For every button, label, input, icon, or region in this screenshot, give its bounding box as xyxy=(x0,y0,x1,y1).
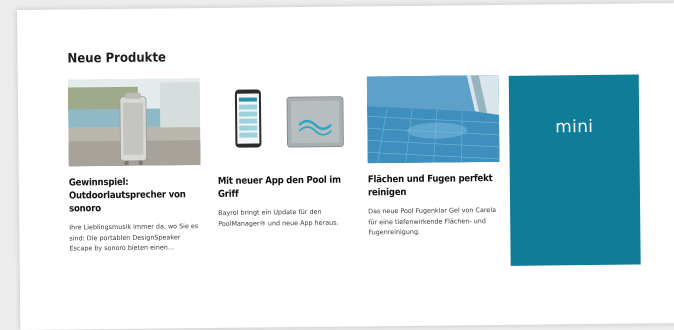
outdoor-speaker-poolside-image[interactable] xyxy=(67,78,201,167)
mini-ad-banner[interactable]: mini xyxy=(508,74,641,266)
card-teaser: Das neue Pool Fugenklar Gel von Carela f… xyxy=(368,205,497,237)
card-teaser: Bayrol bringt ein Update für den PoolMan… xyxy=(218,207,339,228)
card-headline[interactable]: Gewinnspiel: Outdoorlautsprecher von son… xyxy=(69,175,201,215)
smartphone-pool-controller-image[interactable] xyxy=(216,76,350,165)
card-headline[interactable]: Flächen und Fugen perfekt reinigen xyxy=(368,172,500,199)
news-card-speaker[interactable]: Gewinnspiel: Outdoorlautsprecher von son… xyxy=(67,78,202,254)
ad-label: mini xyxy=(555,116,594,138)
card-headline[interactable]: Mit neuer App den Pool im Griff xyxy=(218,174,350,201)
section-title: Neue Produkte xyxy=(67,50,167,67)
tiled-pool-image[interactable] xyxy=(366,74,500,164)
content-panel: Neue Produkte Gewinnspiel: Outdoorlautsp… xyxy=(17,3,674,330)
card-teaser: Ihre Lieblingsmusik immer da, wo Sie es … xyxy=(69,222,199,253)
news-card-cleaning[interactable]: Flächen und Fugen perfekt reinigen Das n… xyxy=(366,74,501,238)
news-card-app[interactable]: Mit neuer App den Pool im Griff Bayrol b… xyxy=(216,76,351,229)
